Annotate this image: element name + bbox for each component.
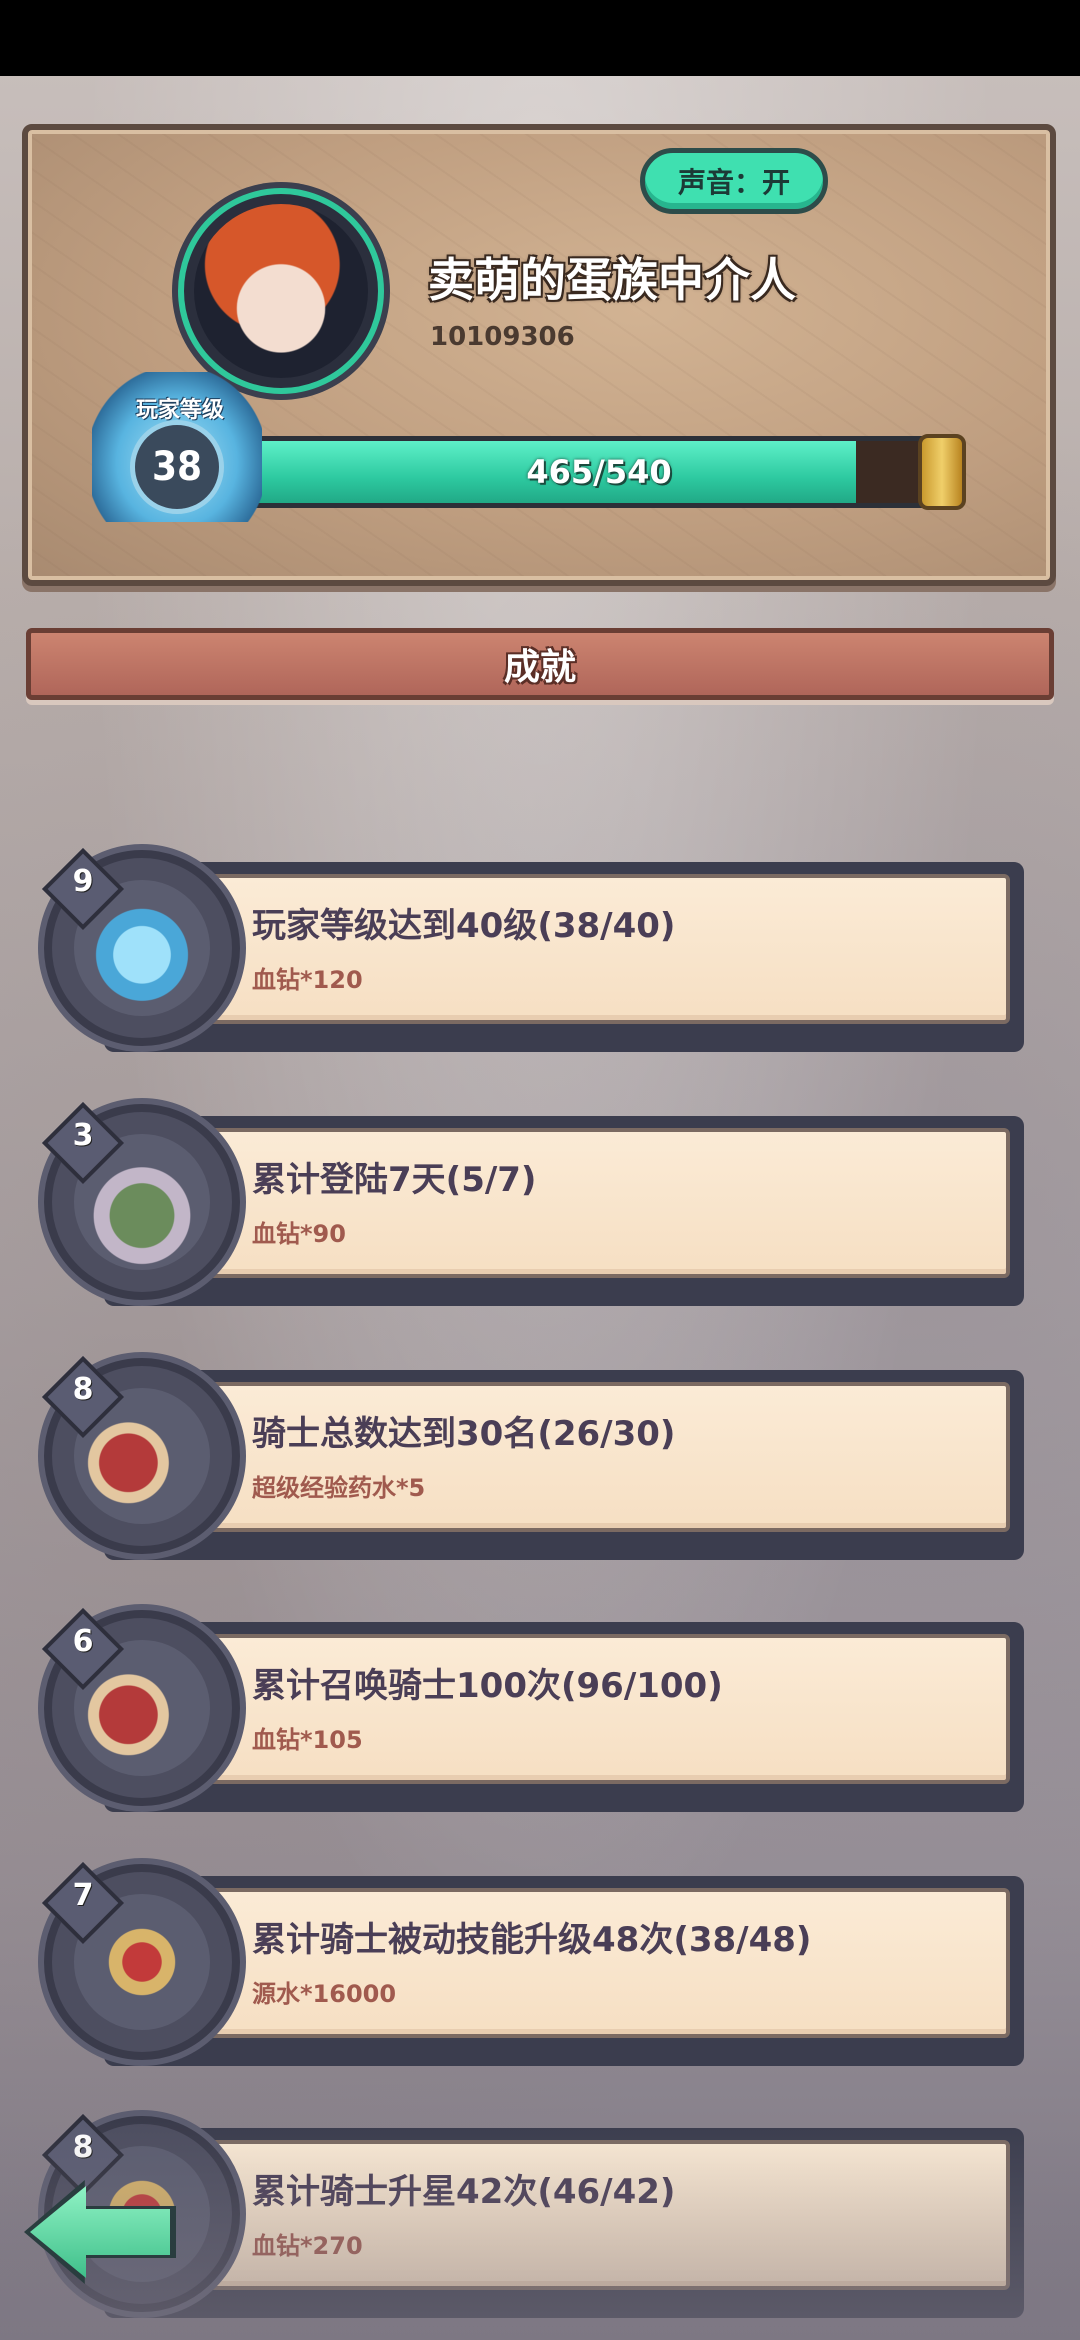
achievement-title: 累计召唤骑士100次(96/100) bbox=[252, 1666, 723, 1706]
achievement-title: 骑士总数达到30名(26/30) bbox=[252, 1414, 676, 1454]
xp-progress-bar: 465/540 bbox=[238, 436, 960, 508]
achievement-tier-number: 6 bbox=[72, 1624, 94, 1659]
achievement-reward: 血钻*270 bbox=[252, 2232, 363, 2260]
achievement-card-inner bbox=[154, 1888, 1010, 2038]
sound-toggle-button[interactable]: 声音：开 bbox=[640, 148, 828, 214]
achievement-item[interactable]: 9 玩家等级达到40级(38/40) 血钻*120 bbox=[41, 847, 1034, 1052]
achievement-reward: 血钻*120 bbox=[252, 966, 363, 994]
achievement-card-inner bbox=[154, 874, 1010, 1024]
avatar-portrait-icon bbox=[194, 204, 368, 378]
achievement-tier-number: 8 bbox=[72, 1372, 94, 1407]
achievement-item[interactable]: 7 累计骑士被动技能升级48次(38/48) 源水*16000 bbox=[41, 1861, 1034, 2066]
avatar[interactable] bbox=[178, 188, 384, 394]
section-title: 成就 bbox=[503, 647, 576, 688]
player-name: 卖萌的蛋族中介人 bbox=[428, 253, 796, 307]
achievement-title: 累计骑士升星42次(46/42) bbox=[252, 2172, 676, 2212]
achievement-tier-number: 7 bbox=[72, 1878, 94, 1913]
achievement-tier-number: 9 bbox=[72, 864, 94, 899]
level-number: 38 bbox=[151, 444, 203, 490]
achievement-reward: 血钻*105 bbox=[252, 1726, 363, 1754]
achievement-item[interactable]: 3 累计登陆7天(5/7) 血钻*90 bbox=[41, 1101, 1034, 1306]
achievement-title: 玩家等级达到40级(38/40) bbox=[252, 906, 676, 946]
achievement-item[interactable]: 6 累计召唤骑士100次(96/100) 血钻*105 bbox=[41, 1607, 1034, 1812]
level-badge: 玩家等级 38 bbox=[92, 372, 262, 522]
achievement-item[interactable]: 8 骑士总数达到30名(26/30) 超级经验药水*5 bbox=[41, 1355, 1034, 1560]
achievement-title: 累计骑士被动技能升级48次(38/48) bbox=[252, 1920, 812, 1960]
achievement-card-inner bbox=[154, 2140, 1010, 2290]
achievement-title: 累计登陆7天(5/7) bbox=[252, 1160, 537, 1200]
achievement-card-inner bbox=[154, 1382, 1010, 1532]
sound-toggle-label: 声音：开 bbox=[677, 166, 790, 199]
back-button[interactable] bbox=[24, 2176, 180, 2286]
achievement-item[interactable]: 8 累计骑士升星42次(46/42) 血钻*270 bbox=[41, 2113, 1034, 2318]
achievement-card-inner bbox=[154, 1128, 1010, 1278]
achievement-reward: 超级经验药水*5 bbox=[252, 1474, 426, 1502]
xp-bar-cap-icon bbox=[918, 434, 966, 510]
achievement-tier-number: 3 bbox=[72, 1118, 94, 1153]
achievement-reward: 源水*16000 bbox=[252, 1980, 397, 2008]
achievement-card-inner bbox=[154, 1634, 1010, 1784]
status-bar bbox=[0, 0, 1080, 76]
player-id: 10109306 bbox=[430, 322, 575, 352]
xp-progress-text: 465/540 bbox=[526, 453, 672, 491]
section-header-achievements: 成就 bbox=[26, 628, 1054, 700]
achievement-tier-number: 8 bbox=[72, 2130, 94, 2165]
level-disc: 38 bbox=[130, 420, 224, 514]
achievement-reward: 血钻*90 bbox=[252, 1220, 346, 1248]
back-arrow-icon bbox=[30, 2186, 170, 2278]
